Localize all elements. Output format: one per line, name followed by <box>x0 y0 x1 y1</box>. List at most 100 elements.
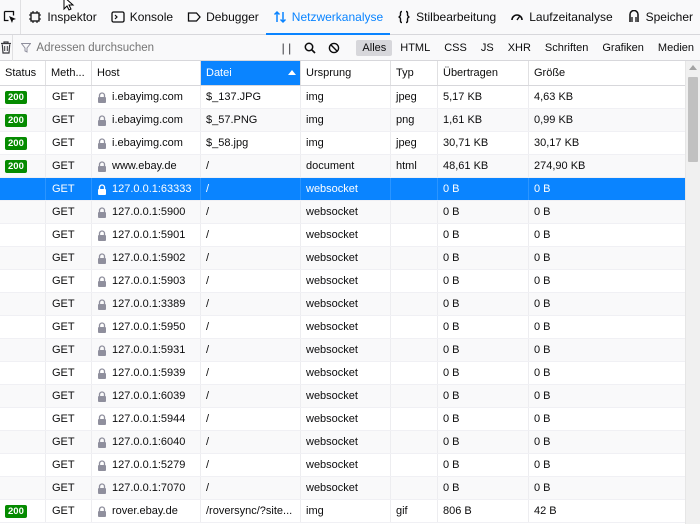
scroll-up-icon[interactable] <box>689 65 697 70</box>
type-cell: jpeg <box>391 86 438 108</box>
origin-cell: websocket <box>301 477 391 499</box>
file-cell: / <box>201 385 301 407</box>
origin-cell: websocket <box>301 178 391 200</box>
trash-icon <box>1 41 12 54</box>
type-cell: gif <box>391 500 438 522</box>
column-origin[interactable]: Ursprung <box>301 61 391 85</box>
table-row[interactable]: GET 127.0.0.1:5279/websocket 0 B 0 B <box>0 454 685 477</box>
column-file[interactable]: Datei <box>201 61 301 85</box>
status-cell <box>0 408 46 430</box>
transferred-cell: 0 B <box>438 454 529 476</box>
request-table: Status Meth... Host Datei Ursprung Typ Ü… <box>0 61 685 523</box>
tab-debugger[interactable]: Debugger <box>180 0 266 34</box>
transferred-cell: 0 B <box>438 362 529 384</box>
host-cell: i.ebayimg.com <box>92 109 201 131</box>
column-transferred[interactable]: Übertragen <box>438 61 529 85</box>
column-method[interactable]: Meth... <box>46 61 92 85</box>
sort-ascending-icon <box>288 70 296 75</box>
size-cell: 0 B <box>534 413 551 425</box>
table-row[interactable]: GET 127.0.0.1:5901/websocket 0 B 0 B <box>0 224 685 247</box>
table-row[interactable]: GET 127.0.0.1:5939/websocket 0 B 0 B <box>0 362 685 385</box>
table-row[interactable]: GET 127.0.0.1:5931/websocket 0 B 0 B <box>0 339 685 362</box>
host-cell: 127.0.0.1:63333 <box>92 178 201 200</box>
clear-button[interactable] <box>0 34 14 61</box>
table-row[interactable]: GET 127.0.0.1:5944/websocket 0 B 0 B <box>0 408 685 431</box>
lock-icon <box>98 229 106 241</box>
table-row[interactable]: 200 GET i.ebayimg.com $_137.JPG img jpeg 5,17 … <box>0 86 685 109</box>
size-cell: 0 B <box>534 275 551 287</box>
method-cell: GET <box>46 454 92 476</box>
lock-icon <box>98 413 106 425</box>
tab-performance[interactable]: Laufzeitanalyse <box>503 0 619 34</box>
status-cell <box>0 385 46 407</box>
search-button[interactable] <box>298 37 322 59</box>
filter-chip-js[interactable]: JS <box>475 40 500 56</box>
filter-chip-html[interactable]: HTML <box>394 40 436 56</box>
element-picker-icon <box>4 10 17 23</box>
scrollbar-thumb[interactable] <box>688 77 698 162</box>
method-cell: GET <box>46 109 92 131</box>
table-row[interactable]: GET 127.0.0.1:63333/websocket 0 B 0 B <box>0 178 685 201</box>
table-row[interactable]: GET 127.0.0.1:5903/websocket 0 B 0 B <box>0 270 685 293</box>
origin-cell: websocket <box>301 385 391 407</box>
tab-style-editor[interactable]: Stilbearbeitung <box>390 0 503 34</box>
column-status[interactable]: Status <box>0 61 46 85</box>
column-type[interactable]: Typ <box>391 61 438 85</box>
table-row[interactable]: 200 GET i.ebayimg.com $_57.PNG img png 1,61 KB… <box>0 109 685 132</box>
lock-icon <box>98 436 106 448</box>
tab-label: Debugger <box>206 10 259 24</box>
lock-icon <box>98 137 106 149</box>
origin-cell: img <box>301 86 391 108</box>
table-row[interactable]: 200 GET www.ebay.de / document html 48,61 KB 27… <box>0 155 685 178</box>
host-cell: 127.0.0.1:5903 <box>92 270 201 292</box>
filter-chip-alles[interactable]: Alles <box>356 39 393 56</box>
block-button[interactable] <box>322 37 346 59</box>
method-cell: GET <box>46 224 92 246</box>
filter-input[interactable] <box>36 41 237 54</box>
file-cell: / <box>201 316 301 338</box>
method-cell: GET <box>46 339 92 361</box>
table-row[interactable]: GET 127.0.0.1:5902/websocket 0 B 0 B <box>0 247 685 270</box>
pause-button[interactable]: | | <box>274 37 298 59</box>
tab-memory[interactable]: Speicher <box>620 0 700 34</box>
file-cell: / <box>201 201 301 223</box>
filter-chip-schriften[interactable]: Schriften <box>539 40 594 56</box>
transferred-cell: 5,17 KB <box>438 86 529 108</box>
method-cell: GET <box>46 155 92 177</box>
transferred-cell: 0 B <box>438 408 529 430</box>
table-row[interactable]: GET 127.0.0.1:3389/websocket 0 B 0 B <box>0 293 685 316</box>
file-cell: / <box>201 155 301 177</box>
method-cell: GET <box>46 316 92 338</box>
devtools-tab-bar: Inspektor Konsole Debugger Netzwerkanalyse S… <box>0 0 700 35</box>
file-cell: / <box>201 224 301 246</box>
type-cell: png <box>391 109 438 131</box>
column-size[interactable]: Größe <box>529 61 685 85</box>
filter-chip-css[interactable]: CSS <box>438 40 473 56</box>
filter-chip-xhr[interactable]: XHR <box>502 40 537 56</box>
column-host[interactable]: Host <box>92 61 201 85</box>
vertical-scrollbar[interactable] <box>685 61 700 524</box>
size-cell: 0 B <box>534 229 551 241</box>
table-row[interactable]: GET 127.0.0.1:6040/websocket 0 B 0 B <box>0 431 685 454</box>
origin-cell: websocket <box>301 293 391 315</box>
table-row[interactable]: 200 GET rover.ebay.de/roversync/?site... im… <box>0 500 685 523</box>
table-row[interactable]: GET 127.0.0.1:5950/websocket 0 B 0 B <box>0 316 685 339</box>
filter-chip-medien[interactable]: Medien <box>652 40 700 56</box>
file-cell: / <box>201 454 301 476</box>
origin-cell: websocket <box>301 408 391 430</box>
table-row[interactable]: 200 GET i.ebayimg.com $_58.jpg img jpeg 30,71 … <box>0 132 685 155</box>
status-badge: 200 <box>5 113 27 127</box>
table-row[interactable]: GET 127.0.0.1:7070/websocket 0 B 0 B <box>0 477 685 500</box>
tab-network[interactable]: Netzwerkanalyse <box>265 0 391 35</box>
type-cell <box>391 247 438 269</box>
method-cell: GET <box>46 500 92 522</box>
origin-cell: websocket <box>301 224 391 246</box>
url-filter[interactable] <box>13 35 237 61</box>
element-picker-button[interactable] <box>0 0 22 34</box>
table-row[interactable]: GET 127.0.0.1:5900/websocket 0 B 0 B <box>0 201 685 224</box>
tab-console[interactable]: Konsole <box>104 0 180 34</box>
size-cell: 4,63 KB <box>534 91 574 103</box>
table-row[interactable]: GET 127.0.0.1:6039/websocket 0 B 0 B <box>0 385 685 408</box>
filter-chip-grafiken[interactable]: Grafiken <box>596 40 650 56</box>
style-editor-icon <box>398 10 410 24</box>
